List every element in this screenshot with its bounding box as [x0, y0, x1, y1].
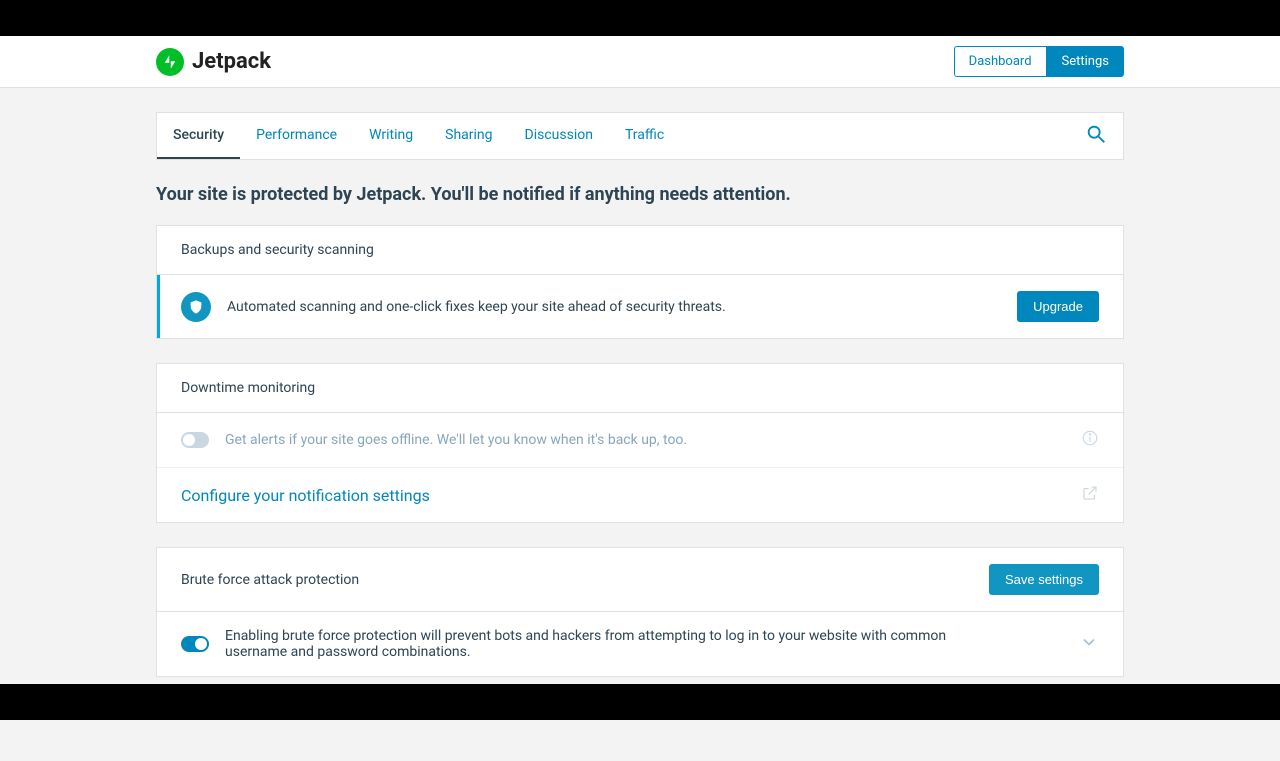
backups-desc: Automated scanning and one-click fixes k…	[227, 299, 1001, 315]
save-settings-button[interactable]: Save settings	[989, 564, 1099, 595]
page-title: Your site is protected by Jetpack. You'l…	[156, 184, 1124, 205]
window-bottom-letterbox	[0, 684, 1280, 720]
brute-force-row: Enabling brute force protection will pre…	[157, 612, 1123, 676]
brute-force-card: Brute force attack protection Save setti…	[156, 547, 1124, 677]
tab-sharing[interactable]: Sharing	[429, 113, 508, 159]
tab-performance[interactable]: Performance	[240, 113, 353, 159]
downtime-desc: Get alerts if your site goes offline. We…	[225, 432, 1065, 448]
tab-traffic[interactable]: Traffic	[609, 113, 680, 159]
external-link-icon	[1081, 484, 1099, 506]
settings-button[interactable]: Settings	[1047, 46, 1124, 77]
info-icon[interactable]	[1081, 429, 1099, 451]
shield-icon	[181, 292, 211, 322]
header-actions: Dashboard Settings	[954, 46, 1124, 77]
downtime-row: Get alerts if your site goes offline. We…	[157, 413, 1123, 468]
brand-title: Jetpack	[192, 49, 271, 74]
brand: Jetpack	[156, 48, 271, 76]
tab-discussion[interactable]: Discussion	[509, 113, 609, 159]
backups-card-header: Backups and security scanning	[157, 226, 1123, 275]
tabs-bar: Security Performance Writing Sharing Dis…	[156, 112, 1124, 160]
brute-force-toggle[interactable]	[181, 636, 209, 652]
upgrade-button[interactable]: Upgrade	[1017, 291, 1099, 322]
backups-card: Backups and security scanning Automated …	[156, 225, 1124, 339]
backups-row: Automated scanning and one-click fixes k…	[157, 275, 1123, 338]
chevron-down-icon[interactable]	[1079, 632, 1099, 656]
backups-title: Backups and security scanning	[181, 242, 374, 258]
downtime-card-header: Downtime monitoring	[157, 364, 1123, 413]
downtime-toggle[interactable]	[181, 432, 209, 448]
search-icon[interactable]	[1069, 123, 1123, 149]
tab-writing[interactable]: Writing	[353, 113, 429, 159]
brute-force-desc: Enabling brute force protection will pre…	[225, 628, 985, 660]
configure-notifications-row[interactable]: Configure your notification settings	[157, 468, 1123, 522]
downtime-title: Downtime monitoring	[181, 380, 315, 396]
tab-security[interactable]: Security	[157, 113, 240, 159]
header-bar: Jetpack Dashboard Settings	[0, 36, 1280, 88]
jetpack-logo-icon	[156, 48, 184, 76]
downtime-card: Downtime monitoring Get alerts if your s…	[156, 363, 1124, 523]
brute-force-title: Brute force attack protection	[181, 572, 359, 588]
window-top-letterbox	[0, 0, 1280, 36]
dashboard-button[interactable]: Dashboard	[954, 46, 1047, 77]
brute-force-card-header: Brute force attack protection Save setti…	[157, 548, 1123, 612]
configure-notifications-link[interactable]: Configure your notification settings	[181, 486, 430, 505]
